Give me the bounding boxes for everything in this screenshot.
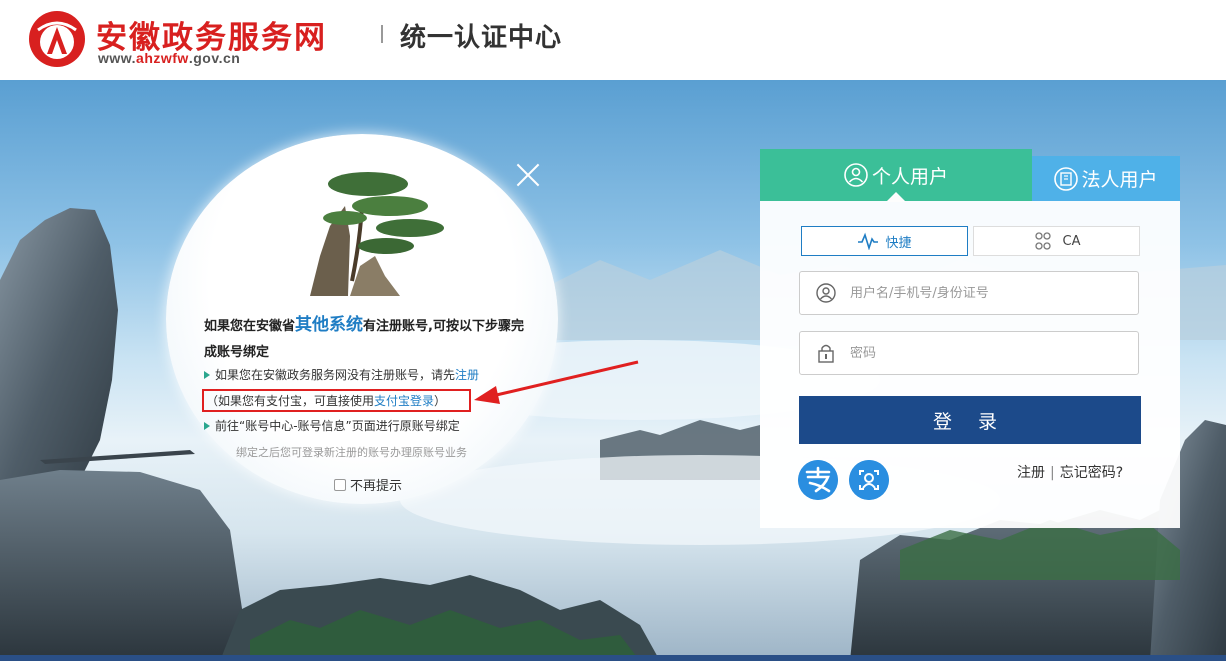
footer-bar	[0, 655, 1226, 661]
bullet-icon	[204, 422, 210, 430]
site-header: 安徽政务服务网 www.ahzwfw.gov.cn 统一认证中心	[0, 0, 1226, 80]
pulse-icon	[858, 232, 879, 250]
building-circle-icon	[1054, 166, 1079, 191]
forgot-password-link[interactable]: 忘记密码?	[1060, 465, 1123, 481]
popup-step-bind: 前往“账号中心-账号信息”页面进行原账号绑定	[204, 417, 460, 434]
face-recognition-login-icon[interactable]	[849, 460, 889, 500]
header-divider	[381, 25, 383, 43]
user-circle-icon	[844, 163, 868, 187]
page-title: 统一认证中心	[400, 23, 563, 53]
login-button[interactable]: 登 录	[799, 396, 1141, 444]
user-icon	[816, 283, 836, 303]
register-link[interactable]: 注册	[1017, 465, 1045, 481]
bullet-icon	[204, 371, 210, 379]
tab-corporate-user[interactable]: 法人用户	[1032, 156, 1180, 201]
login-mode-ca[interactable]: CA	[973, 226, 1140, 256]
tab-personal-user[interactable]: 个人用户	[760, 149, 1032, 202]
close-icon[interactable]	[513, 160, 543, 190]
alipay-login-icon[interactable]	[798, 460, 838, 500]
pine-tree-illustration	[310, 172, 444, 296]
lock-icon	[818, 344, 834, 363]
password-input[interactable]	[850, 345, 1130, 361]
checkbox-icon[interactable]	[334, 478, 346, 491]
ca-certificate-icon	[1034, 232, 1051, 250]
popup-heading: 如果您在安徽省其他系统有注册账号,可按以下步骤完成账号绑定	[204, 315, 524, 360]
account-links: 注册 | 忘记密码?	[1017, 462, 1123, 482]
site-url: www.ahzwfw.gov.cn	[98, 50, 241, 66]
red-arrow-annotation	[474, 360, 639, 404]
password-field[interactable]	[799, 331, 1139, 375]
login-mode-fast[interactable]: 快捷	[801, 226, 968, 256]
popup-alipay-hint: （如果您有支付宝，可直接使用支付宝登录）	[206, 394, 447, 408]
username-field[interactable]	[799, 271, 1139, 315]
alipay-login-link[interactable]: 支付宝登录	[374, 394, 434, 408]
username-input[interactable]	[850, 285, 1130, 301]
no-prompt-checkbox[interactable]: 不再提示	[334, 475, 402, 494]
ahzwfw-logo-icon[interactable]	[28, 10, 86, 68]
popup-note: 绑定之后您可登录新注册的账号办理原账号业务	[236, 446, 467, 459]
links-separator: |	[1050, 465, 1055, 481]
popup-step-register: 如果您在安徽政务服务网没有注册账号，请先注册	[204, 366, 479, 383]
